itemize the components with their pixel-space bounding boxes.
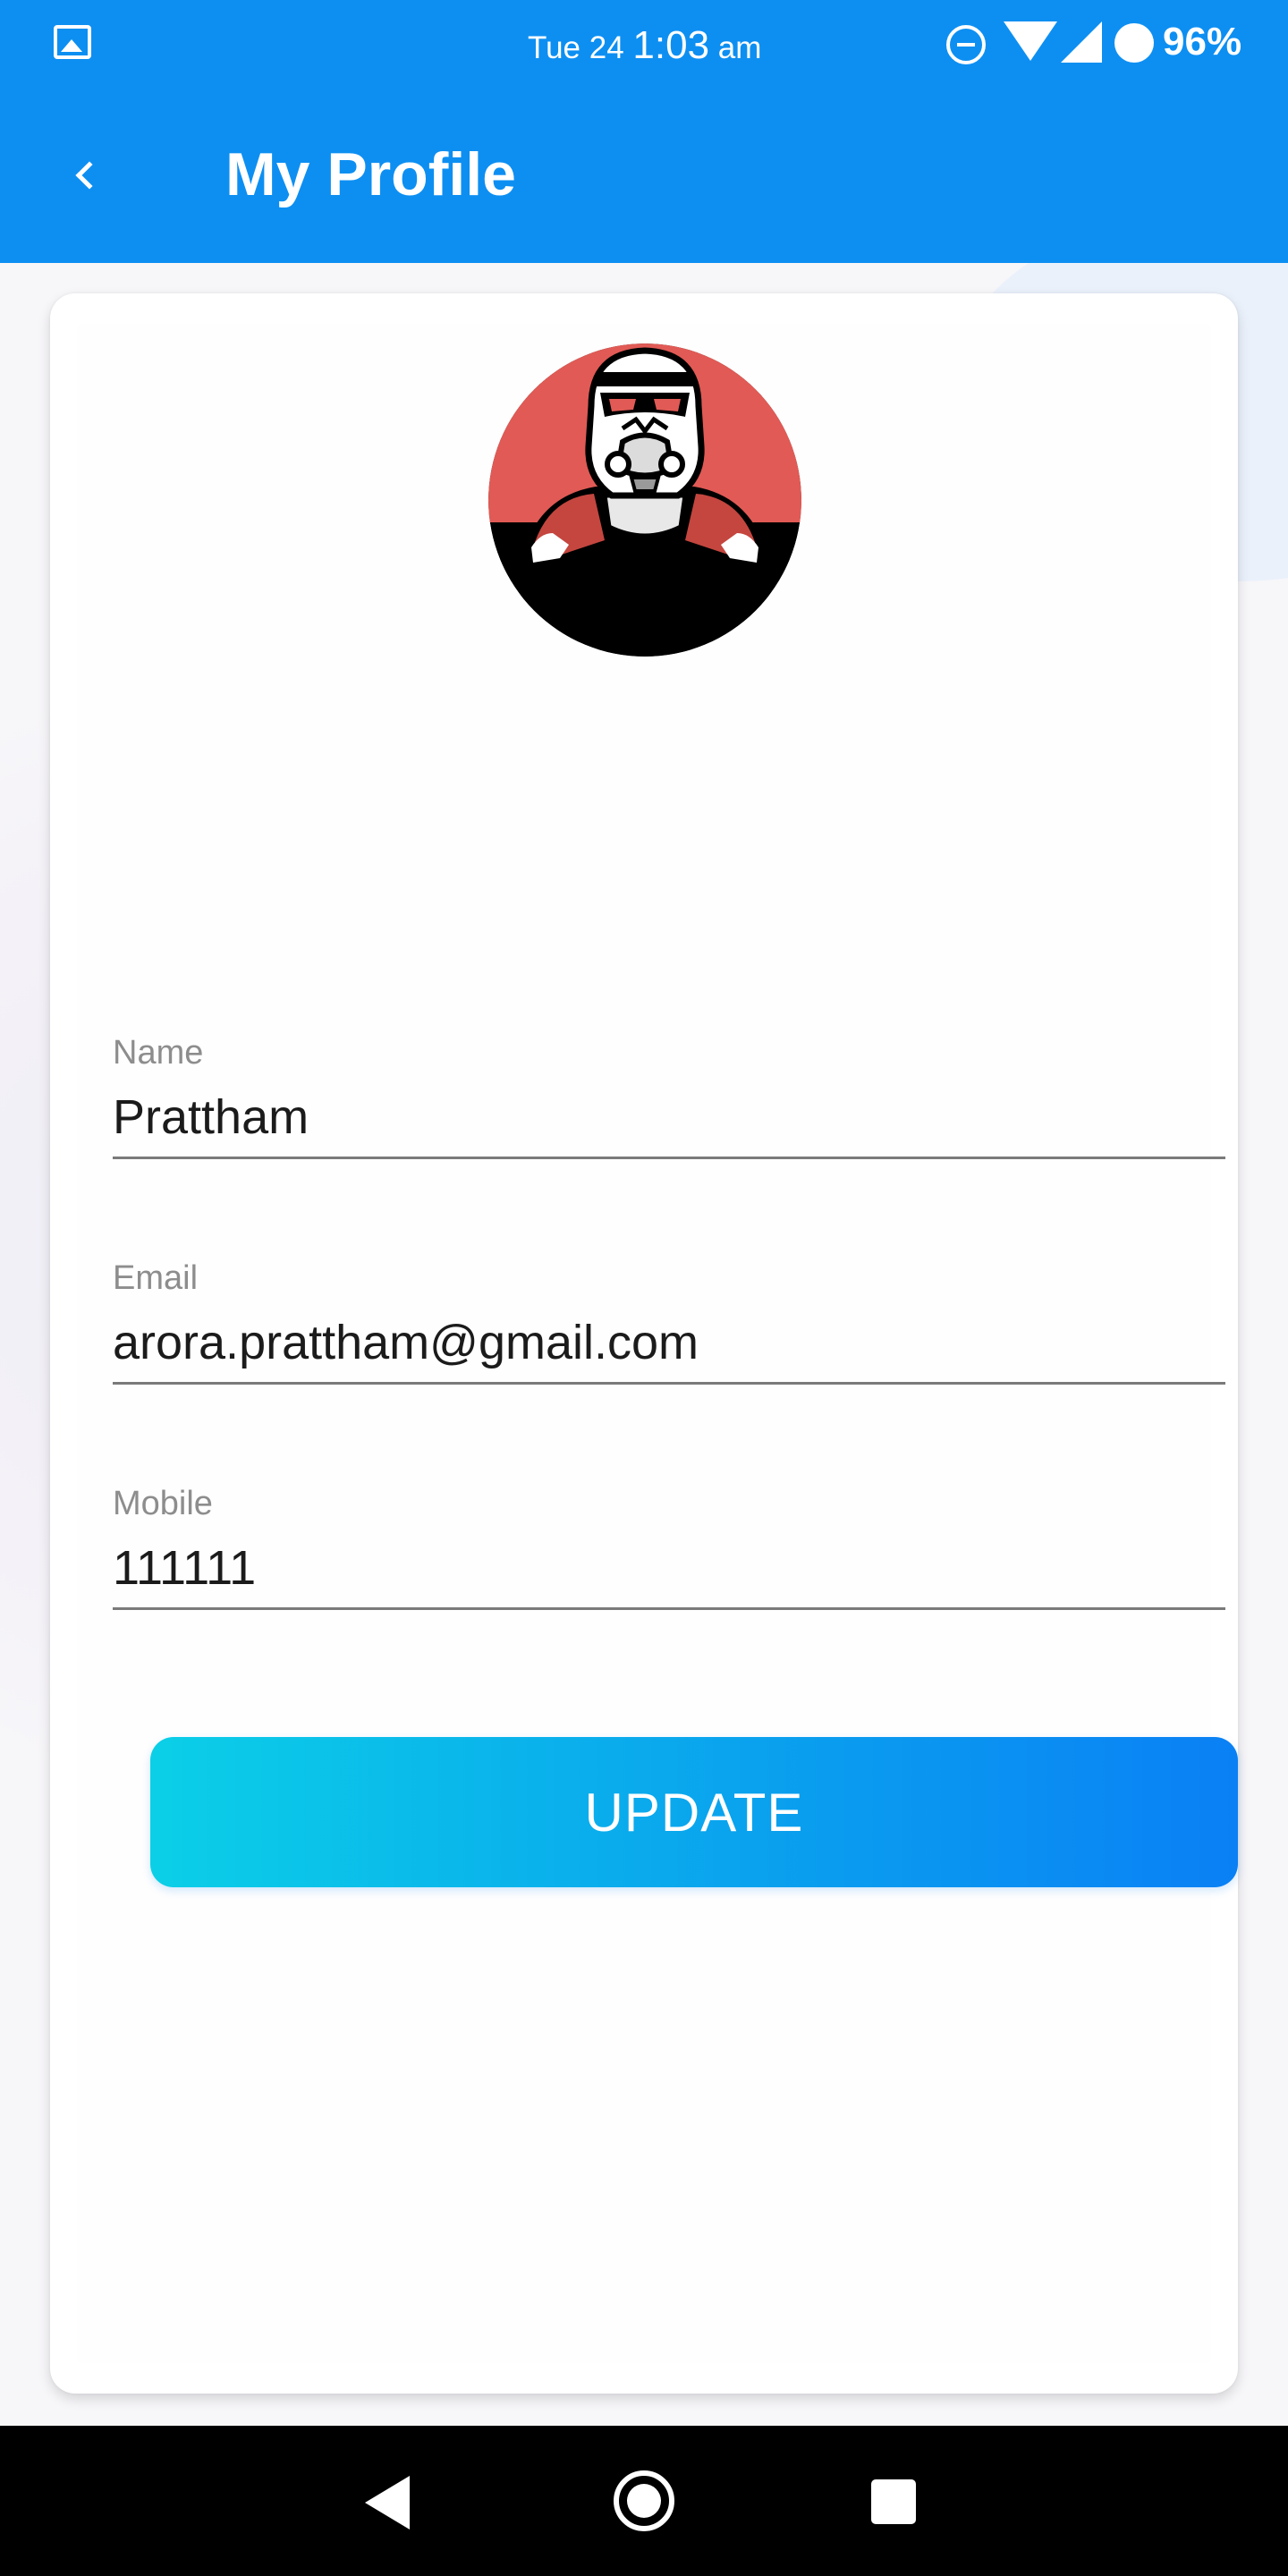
signal-icon xyxy=(1061,21,1102,63)
app-bar: My Profile xyxy=(0,89,1288,263)
avatar[interactable] xyxy=(488,343,801,657)
chevron-left-icon xyxy=(75,161,104,190)
gallery-icon xyxy=(54,25,91,59)
mobile-field: Mobile xyxy=(113,1483,1225,1610)
email-label: Email xyxy=(113,1259,199,1297)
name-field: Name xyxy=(113,1032,1225,1159)
nav-back-icon[interactable] xyxy=(365,2476,410,2529)
status-time: Tue 24 1:03 am xyxy=(528,23,761,68)
status-clock: 1:03 xyxy=(632,23,710,67)
nav-recents-icon[interactable] xyxy=(871,2479,916,2524)
status-day: Tue 24 xyxy=(528,30,624,65)
update-button[interactable]: UPDATE xyxy=(150,1737,1238,1887)
page-title: My Profile xyxy=(225,140,516,208)
battery-icon xyxy=(1114,23,1154,63)
profile-screen: Tue 24 1:03 am 96% My Profile Name Pratt… xyxy=(0,0,1288,2576)
navigation-bar xyxy=(0,2426,1288,2576)
name-input[interactable] xyxy=(113,1088,1225,1159)
mobile-label: Mobile xyxy=(113,1485,213,1522)
name-label: Name xyxy=(113,1034,204,1072)
back-button[interactable] xyxy=(54,143,118,208)
stormtrooper-avatar-icon xyxy=(488,343,801,657)
status-bar: Tue 24 1:03 am 96% xyxy=(0,0,1288,89)
status-ampm: am xyxy=(717,30,762,65)
mobile-input[interactable] xyxy=(113,1538,1225,1610)
email-field: Email xyxy=(113,1258,1225,1385)
nav-home-icon[interactable] xyxy=(614,2470,674,2531)
battery-percentage: 96% xyxy=(1163,20,1242,64)
wifi-icon xyxy=(1004,21,1057,61)
dnd-icon xyxy=(946,25,986,64)
email-input[interactable] xyxy=(113,1313,1225,1385)
profile-card: Name Email Mobile UPDATE xyxy=(50,293,1238,2394)
